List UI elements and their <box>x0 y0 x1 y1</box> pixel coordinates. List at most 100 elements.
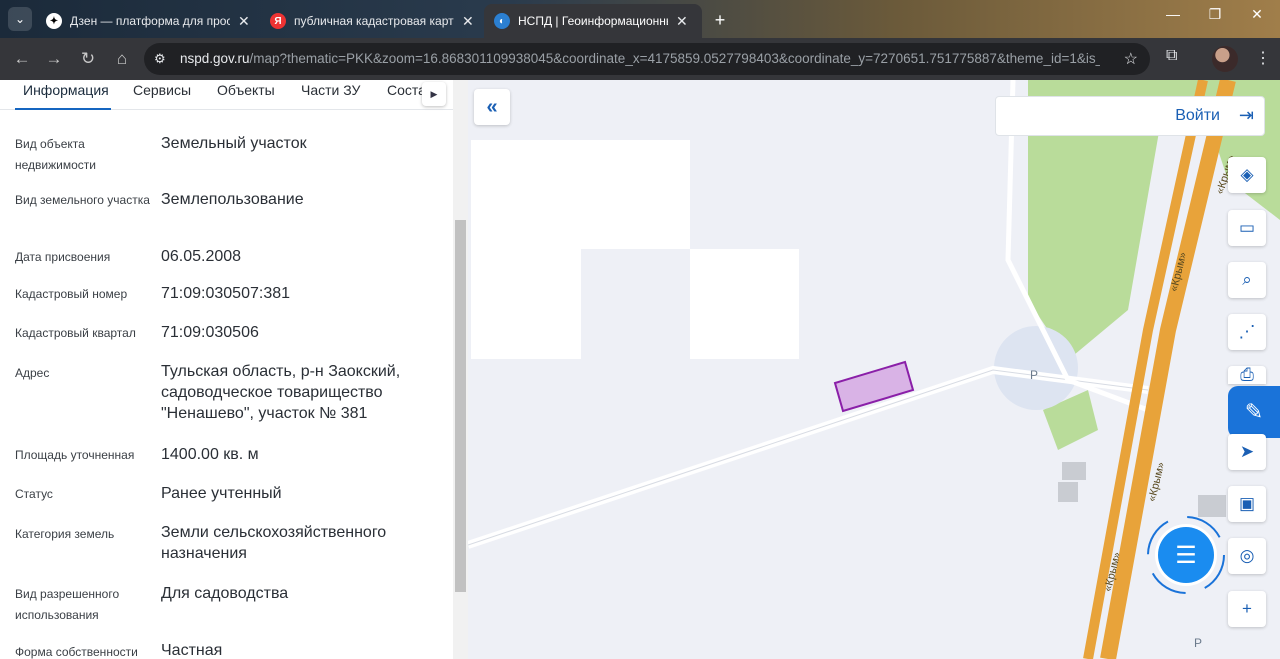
row-value: Ранее учтенный <box>161 485 282 502</box>
gosuslugi-button[interactable]: ✎ <box>1228 386 1280 438</box>
row-label: Вид земельного участка <box>15 193 150 207</box>
login-button[interactable]: Войти ⇥ <box>995 96 1265 136</box>
row-label: Адрес <box>15 366 50 380</box>
menu-icon[interactable]: ⋮ <box>1255 48 1271 68</box>
row-value: 06.05.2008 <box>161 248 242 265</box>
chat-icon: ☰ <box>1175 541 1197 569</box>
building <box>1198 495 1226 517</box>
extensions-icon[interactable]: ⧉ <box>1166 47 1177 65</box>
tab-composition[interactable]: Соста <box>387 82 426 110</box>
tab-objects[interactable]: Объекты <box>217 82 275 110</box>
chat-button[interactable]: ☰ <box>1158 527 1214 583</box>
browser-toolbar: ← → ↻ ⌂ ⚙ nspd.gov.ru/map?thematic=PKK&z… <box>0 38 1280 80</box>
forward-icon[interactable]: → <box>42 48 66 70</box>
location-icon: ◎ <box>1239 546 1255 565</box>
close-icon[interactable]: ✕ <box>462 13 474 30</box>
back-icon[interactable]: ← <box>10 48 34 70</box>
row-label: Вид разрешенного использования <box>15 587 120 622</box>
tab-dzen[interactable]: ✦ Дзен — платформа для просм ✕ <box>36 4 260 38</box>
ruler-button[interactable]: ▭ <box>1228 210 1266 246</box>
row-value[interactable]: 71:09:030506 <box>161 322 431 343</box>
row-value: 1400.00 кв. м <box>161 446 259 463</box>
row-label: Категория земель <box>15 527 115 541</box>
row-value: Тульская область, р-н Заокский, садоводч… <box>161 363 401 422</box>
search-area-icon: ⌕ <box>1242 270 1252 289</box>
map-tile <box>471 140 690 249</box>
double-chevron-left-icon: « <box>486 95 498 118</box>
layers-button[interactable]: ◈ <box>1228 157 1266 193</box>
login-label: Войти <box>1175 107 1220 124</box>
reload-icon[interactable]: ↻ <box>76 48 100 70</box>
gosuslugi-icon: ✎ <box>1244 399 1264 424</box>
bookmark-star-icon[interactable]: ☆ <box>1124 49 1138 69</box>
layers-icon: ◈ <box>1240 165 1254 184</box>
search-area-button[interactable]: ⌕ <box>1228 262 1266 298</box>
browser-titlebar: ⌄ ✦ Дзен — платформа для просм ✕ Я публи… <box>0 0 1280 38</box>
tab-title: публичная кадастровая карта <box>294 14 454 28</box>
info-panel: Информация Сервисы Объекты Части ЗУ Сост… <box>0 80 453 659</box>
dzen-icon: ✦ <box>46 13 62 29</box>
screen-button[interactable]: ▣ <box>1228 486 1266 522</box>
location-button[interactable]: ◎ <box>1228 538 1266 574</box>
url-text[interactable]: nspd.gov.ru/map?thematic=PKK&zoom=16.868… <box>180 51 1100 66</box>
building <box>1062 462 1086 480</box>
map-tile <box>471 249 581 359</box>
maximize-icon[interactable]: ❐ <box>1200 6 1230 23</box>
row-label: Кадастровый квартал <box>15 326 136 340</box>
building <box>1058 482 1078 502</box>
row-value: Земельный участок <box>161 135 307 152</box>
login-icon: ⇥ <box>1238 105 1254 125</box>
print-button[interactable]: ⎙ <box>1228 365 1266 384</box>
avatar[interactable] <box>1212 46 1238 72</box>
print-icon: ⎙ <box>1240 365 1254 384</box>
parking-label: P <box>1030 368 1039 382</box>
url-host: nspd.gov.ru <box>180 51 250 66</box>
tab-nspd[interactable]: ◐ НСПД | Геоинформационный ✕ <box>484 4 702 38</box>
screen-icon: ▣ <box>1238 494 1256 513</box>
map-canvas[interactable]: P P «Крым» «Крым» «Крым» «Крым» <box>468 80 1280 659</box>
row-label: Дата присвоения <box>15 250 111 264</box>
zoom-in-icon: + <box>1242 599 1252 618</box>
panel-tabs: Информация Сервисы Объекты Части ЗУ Сост… <box>0 80 453 110</box>
tabs-scroll-right-icon[interactable]: ▶ <box>422 82 446 106</box>
ruler-icon: ▭ <box>1238 218 1256 237</box>
row-value: Для садоводства <box>161 585 289 602</box>
site-info-icon[interactable]: ⚙ <box>154 51 166 67</box>
window-close-icon[interactable]: ✕ <box>1242 6 1272 23</box>
zoom-in-button[interactable]: + <box>1228 591 1266 627</box>
navigation-button[interactable]: ➤ <box>1228 434 1266 470</box>
row-label: Площадь уточненная <box>15 448 135 462</box>
tab-title: Дзен — платформа для просм <box>70 14 230 28</box>
navigation-icon: ➤ <box>1239 442 1255 461</box>
row-value[interactable]: 71:09:030507:381 <box>161 283 431 304</box>
row-label: Вид объекта недвижимости <box>15 137 96 172</box>
share-icon: ⋰ <box>1238 322 1256 341</box>
row-value: Частная <box>161 642 223 659</box>
tab-search-icon[interactable]: ⌄ <box>8 7 32 31</box>
tab-information[interactable]: Информация <box>15 82 111 110</box>
close-icon[interactable]: ✕ <box>676 13 688 30</box>
tab-services[interactable]: Сервисы <box>133 82 191 110</box>
tab-yandex[interactable]: Я публичная кадастровая карта ✕ <box>260 4 484 38</box>
panel-scrollbar[interactable] <box>455 220 466 592</box>
new-tab-icon[interactable]: + <box>708 8 732 32</box>
share-button[interactable]: ⋰ <box>1228 314 1266 350</box>
collapse-panel-button[interactable]: « <box>474 89 510 125</box>
nspd-icon: ◐ <box>494 13 510 29</box>
tab-title: НСПД | Геоинформационный <box>518 14 668 28</box>
row-value: Земли сельскохозяйственного назначения <box>161 524 387 562</box>
close-icon[interactable]: ✕ <box>238 13 250 30</box>
minimize-icon[interactable]: — <box>1158 6 1188 22</box>
address-bar[interactable]: ⚙ nspd.gov.ru/map?thematic=PKK&zoom=16.8… <box>144 43 1150 75</box>
map-tile <box>690 249 799 359</box>
home-icon[interactable]: ⌂ <box>110 48 134 70</box>
map-graphics <box>468 80 1280 659</box>
parking-label: P <box>1194 636 1203 650</box>
url-path: /map?thematic=PKK&zoom=16.86830110993804… <box>249 51 1100 66</box>
row-label: Статус <box>15 487 53 501</box>
row-label: Форма собственности <box>15 645 138 659</box>
row-label: Кадастровый номер <box>15 287 128 301</box>
yandex-icon: Я <box>270 13 286 29</box>
tab-land-parts[interactable]: Части ЗУ <box>301 82 360 110</box>
row-value: Землепользование <box>161 191 304 208</box>
